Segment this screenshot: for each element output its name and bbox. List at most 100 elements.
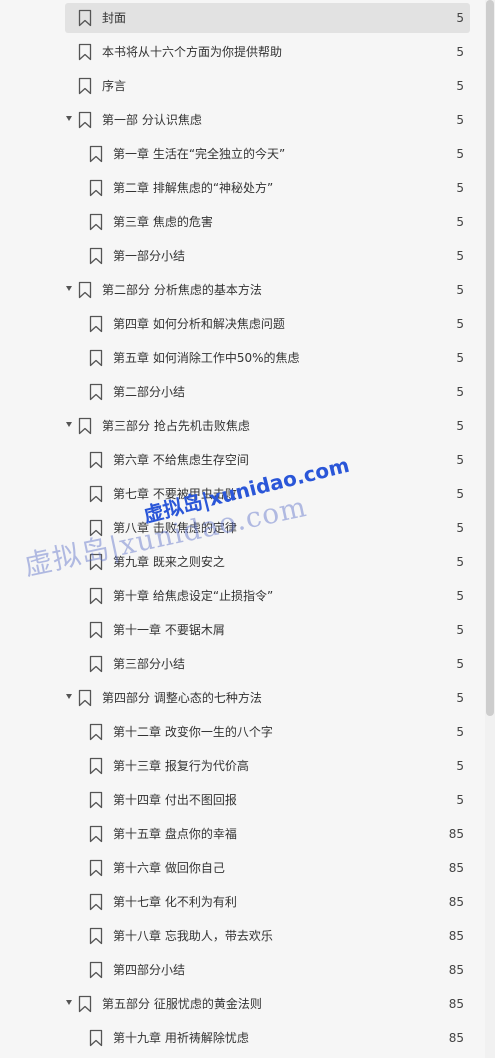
toc-item[interactable]: 第一部分小结 5 (0, 239, 484, 273)
toc-item-title: 第二章 排解焦虑的“神秘处方” (113, 181, 274, 195)
toc-item-title: 第三章 焦虑的危害 (113, 215, 213, 229)
bookmark-icon (89, 179, 103, 197)
bookmark-icon (89, 893, 103, 911)
bookmark-icon (89, 655, 103, 673)
toc-item-title: 第九章 既来之则安之 (113, 555, 225, 569)
toc-item-page: 5 (456, 453, 464, 467)
bookmark-icon (89, 213, 103, 231)
bookmark-icon (78, 43, 92, 61)
toc-item[interactable]: 第十九章 用祈祷解除忧虑 85 (0, 1021, 484, 1055)
toc-item[interactable]: 第一章 生活在“完全独立的今天” 5 (0, 137, 484, 171)
toc-item-page: 5 (456, 45, 464, 59)
toc-item[interactable]: 第四部分 调整心态的七种方法 5 (0, 681, 484, 715)
toc-item-page: 5 (456, 181, 464, 195)
toc-item[interactable]: 第九章 既来之则安之 5 (0, 545, 484, 579)
toc-item[interactable]: 第三部分 抢占先机击败焦虑 5 (0, 409, 484, 443)
toc-item-title: 第七章 不要被甲虫击败 (113, 487, 237, 501)
toc-item-title: 第三部分 抢占先机击败焦虑 (102, 419, 250, 433)
toc-item-title: 第五章 如何消除工作中50%的焦虑 (113, 351, 300, 365)
toc-item-page: 85 (448, 997, 464, 1011)
toc-item[interactable]: 第三部分小结 5 (0, 647, 484, 681)
toc-item-title: 第十五章 盘点你的幸福 (113, 827, 237, 841)
toc-item-page: 85 (448, 929, 464, 943)
toc-item-page: 5 (456, 79, 464, 93)
bookmark-icon (89, 247, 103, 265)
toc-item[interactable]: 第二部分 分析焦虑的基本方法 5 (0, 273, 484, 307)
bookmark-icon (89, 315, 103, 333)
toc-item-title: 第十六章 做回你自己 (113, 861, 225, 875)
toc-item-page: 5 (456, 385, 464, 399)
toc-item[interactable]: 第一部 分认识焦虑 5 (0, 103, 484, 137)
toc-item-page: 5 (456, 147, 464, 161)
expand-arrow-icon[interactable] (66, 1000, 72, 1005)
bookmark-icon (89, 485, 103, 503)
toc-item-title: 第十二章 改变你一生的八个字 (113, 725, 273, 739)
bookmark-icon (89, 825, 103, 843)
expand-arrow-icon[interactable] (66, 694, 72, 699)
bookmark-icon (89, 349, 103, 367)
toc-item[interactable]: 序言 5 (0, 69, 484, 103)
toc-item-page: 85 (448, 895, 464, 909)
toc-item[interactable]: 第二章 排解焦虑的“神秘处方” 5 (0, 171, 484, 205)
toc-item[interactable]: 第四章 如何分析和解决焦虑问题 5 (0, 307, 484, 341)
toc-item-title: 本书将从十六个方面为你提供帮助 (102, 45, 283, 59)
toc-item[interactable]: 第五部分 征服忧虑的黄金法则 85 (0, 987, 484, 1021)
toc-item[interactable]: 本书将从十六个方面为你提供帮助 5 (0, 35, 484, 69)
bookmark-icon (89, 553, 103, 571)
bookmark-icon (89, 621, 103, 639)
toc-item-page: 5 (456, 351, 464, 365)
toc-item[interactable]: 第十五章 盘点你的幸福 85 (0, 817, 484, 851)
toc-item[interactable]: 第四部分小结 85 (0, 953, 484, 987)
toc-item-page: 5 (456, 317, 464, 331)
toc-item-page: 5 (456, 759, 464, 773)
toc-item[interactable]: 第十七章 化不利为有利 85 (0, 885, 484, 919)
toc-item[interactable]: 第三章 焦虑的危害 5 (0, 205, 484, 239)
toc-item-page: 5 (456, 691, 464, 705)
toc-item[interactable]: 第十章 给焦虑设定“止损指令” 5 (0, 579, 484, 613)
scrollbar-thumb[interactable] (486, 0, 494, 716)
bookmark-icon (89, 587, 103, 605)
toc-item-title: 序言 (102, 79, 127, 93)
toc-item[interactable]: 第十三章 报复行为代价高 5 (0, 749, 484, 783)
toc-item-page: 5 (456, 725, 464, 739)
toc-item-title: 第四部分小结 (113, 963, 186, 977)
toc-item[interactable]: 第八章 击败焦虑的定律 5 (0, 511, 484, 545)
toc-item[interactable]: 第十六章 做回你自己 85 (0, 851, 484, 885)
expand-arrow-icon[interactable] (66, 422, 72, 427)
toc-item[interactable]: 第五章 如何消除工作中50%的焦虑 5 (0, 341, 484, 375)
toc-item-title: 第十三章 报复行为代价高 (113, 759, 249, 773)
bookmark-icon (78, 281, 92, 299)
toc-item-title: 第一部 分认识焦虑 (102, 113, 202, 127)
toc-item-page: 85 (448, 963, 464, 977)
toc-item-title: 第一章 生活在“完全独立的今天” (113, 147, 286, 161)
toc-item[interactable]: 第十二章 改变你一生的八个字 5 (0, 715, 484, 749)
toc-item-title: 封面 (102, 11, 127, 25)
toc-item[interactable]: 封面 5 (0, 1, 484, 35)
expand-arrow-icon[interactable] (66, 286, 72, 291)
bookmark-icon (78, 689, 92, 707)
toc-item-page: 5 (456, 419, 464, 433)
toc-item[interactable]: 第二部分小结 5 (0, 375, 484, 409)
bookmark-icon (89, 383, 103, 401)
toc-item[interactable]: 第六章 不给焦虑生存空间 5 (0, 443, 484, 477)
bookmark-icon (78, 995, 92, 1013)
toc-item-page: 5 (456, 623, 464, 637)
bookmark-icon (89, 927, 103, 945)
toc-item[interactable]: 第七章 不要被甲虫击败 5 (0, 477, 484, 511)
toc-item-page: 5 (456, 11, 464, 25)
bookmark-icon (89, 1029, 103, 1047)
toc-item[interactable]: 第十四章 付出不图回报 5 (0, 783, 484, 817)
toc-item-title: 第六章 不给焦虑生存空间 (113, 453, 249, 467)
scrollbar[interactable] (485, 0, 495, 1058)
bookmark-icon (89, 791, 103, 809)
toc-item-page: 5 (456, 215, 464, 229)
toc-item[interactable]: 第十一章 不要锯木屑 5 (0, 613, 484, 647)
toc-item-title: 第十四章 付出不图回报 (113, 793, 237, 807)
toc-item-page: 5 (456, 657, 464, 671)
toc-item-title: 第二部分小结 (113, 385, 186, 399)
toc-item[interactable]: 第十八章 忘我助人，带去欢乐 85 (0, 919, 484, 953)
toc-item-title: 第四章 如何分析和解决焦虑问题 (113, 317, 285, 331)
bookmark-icon (78, 77, 92, 95)
toc-item-page: 85 (448, 861, 464, 875)
expand-arrow-icon[interactable] (66, 116, 72, 121)
